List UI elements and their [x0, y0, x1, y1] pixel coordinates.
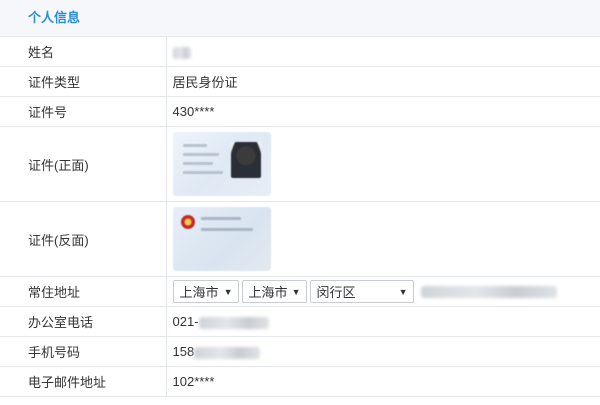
row-id-number: 证件号 430****: [0, 96, 600, 127]
email-label: 电子邮件地址: [0, 366, 167, 397]
id-type-value: 居民身份证: [166, 66, 600, 97]
name-value: [166, 37, 600, 67]
mobile-value: 158: [166, 336, 600, 367]
id-number-value: 430****: [166, 96, 600, 127]
district-select[interactable]: 闵行区 ▼: [309, 280, 414, 303]
mobile-redacted: [194, 346, 261, 359]
section-title: 个人信息: [0, 0, 600, 37]
mobile-label: 手机号码: [0, 336, 167, 367]
name-redacted: [172, 46, 191, 59]
city-selected: 上海市: [248, 285, 288, 300]
card-front-text-lines: [182, 144, 223, 180]
office-phone-value: 021-: [166, 306, 600, 337]
province-select[interactable]: 上海市 ▼: [172, 280, 239, 303]
row-id-front: 证件(正面): [0, 126, 600, 202]
office-phone-prefix: 021-: [172, 314, 199, 329]
row-address: 常住地址 上海市 ▼ 上海市 ▼ 闵行区 ▼: [0, 276, 600, 307]
address-detail-redacted: [420, 285, 557, 298]
id-front-label: 证件(正面): [0, 126, 167, 202]
row-name: 姓名: [0, 37, 600, 67]
office-phone-label: 办公室电话: [0, 306, 167, 337]
row-id-back: 证件(反面): [0, 201, 600, 277]
personal-info-table: 姓名 证件类型 居民身份证 证件号 430**** 证件(正面) 证件(反面) …: [0, 37, 600, 397]
address-label: 常住地址: [0, 276, 167, 307]
city-select[interactable]: 上海市 ▼: [241, 280, 307, 303]
id-back-value: [166, 201, 600, 277]
personal-info-panel: 个人信息 姓名 证件类型 居民身份证 证件号 430**** 证件(正面) 证件…: [0, 0, 600, 405]
province-selected: 上海市: [179, 285, 219, 300]
id-type-label: 证件类型: [0, 66, 167, 97]
id-number-label: 证件号: [0, 96, 167, 127]
id-card-front-image[interactable]: [172, 132, 271, 196]
row-office-phone: 办公室电话 021-: [0, 306, 600, 337]
name-label: 姓名: [0, 37, 167, 67]
portrait-photo: [230, 142, 261, 178]
id-front-value: [166, 126, 600, 202]
row-id-type: 证件类型 居民身份证: [0, 66, 600, 97]
card-back-text-lines: [200, 217, 261, 239]
national-emblem-icon: [180, 215, 195, 229]
mobile-prefix: 158: [172, 344, 195, 359]
id-card-back-image[interactable]: [172, 207, 271, 271]
row-mobile: 手机号码 158: [0, 336, 600, 367]
row-email: 电子邮件地址 102****: [0, 366, 600, 397]
triangle-down-icon: ▼: [291, 287, 301, 297]
office-phone-redacted: [198, 316, 269, 329]
id-back-label: 证件(反面): [0, 201, 167, 277]
address-value: 上海市 ▼ 上海市 ▼ 闵行区 ▼: [166, 276, 600, 307]
triangle-down-icon: ▼: [398, 287, 408, 297]
email-value: 102****: [166, 366, 600, 397]
district-selected: 闵行区: [316, 285, 356, 300]
triangle-down-icon: ▼: [223, 287, 233, 297]
